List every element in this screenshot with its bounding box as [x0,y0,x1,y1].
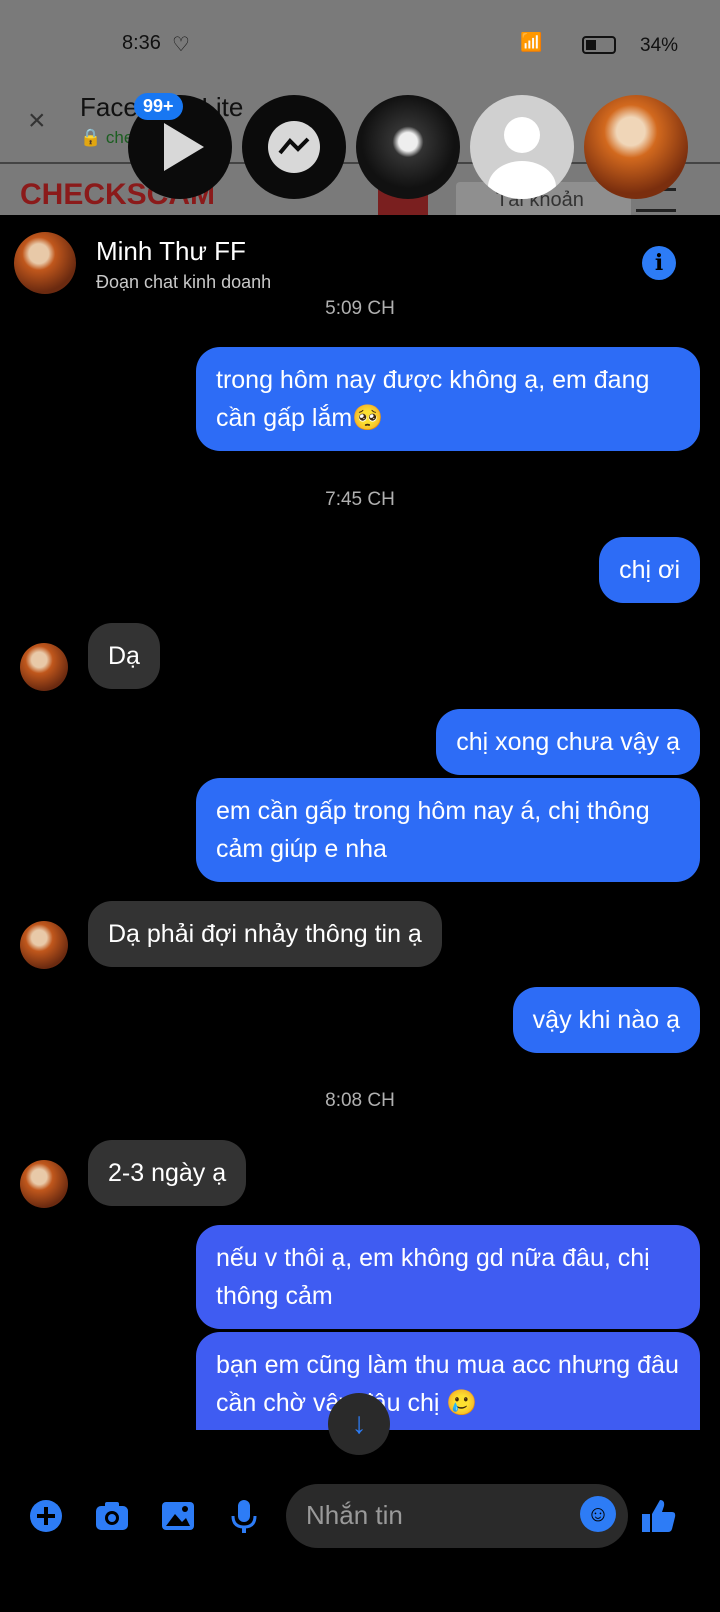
message-outgoing[interactable]: vậy khi nào ạ [512,987,700,1053]
message-outgoing[interactable]: trong hôm nay được không ạ, em đang cần … [196,347,700,451]
chat-head-contact-2[interactable] [470,95,574,199]
plus-icon[interactable] [26,1496,66,1536]
heart-status-icon: ♡ [172,34,190,56]
close-icon[interactable]: × [28,104,46,138]
timestamp: 7:45 CH [325,489,395,510]
lock-icon: 🔒 [80,128,106,147]
message-outgoing[interactable]: chị xong chưa vậy ạ [436,709,700,775]
camera-icon[interactable] [92,1496,132,1536]
default-avatar-icon [488,117,556,199]
message-outgoing[interactable]: bạn em cũng làm thu mua acc nhưng đâu cầ… [196,1332,700,1430]
message-input-placeholder: Nhắn tin [306,1500,403,1530]
messenger-icon [268,121,320,173]
contact-name[interactable]: Minh Thư FF [96,236,246,267]
microphone-icon[interactable] [224,1496,264,1536]
emoji-icon[interactable]: ☺ [580,1496,616,1532]
chat-head-messenger[interactable] [242,95,346,199]
timestamp: 8:08 CH [325,1090,395,1111]
info-icon[interactable]: i [642,246,676,280]
message-incoming[interactable]: 2-3 ngày ạ [88,1140,247,1206]
avatar[interactable] [14,232,76,294]
chat-head-minh-thu[interactable] [584,95,688,199]
avatar [20,643,68,691]
message-incoming[interactable]: Dạ phải đợi nhảy thông tin ạ [88,901,442,967]
avatar [20,921,68,969]
notification-badge: 99+ [134,93,183,120]
chat-subtitle: Đoạn chat kinh doanh [96,272,272,292]
message-outgoing[interactable]: nếu v thôi ạ, em không gd nữa đâu, chị t… [196,1225,700,1329]
scroll-down-button[interactable]: ↓ [328,1393,390,1455]
avatar [20,1160,68,1208]
timestamp: 5:09 CH [325,298,395,319]
message-outgoing[interactable]: chị ơi [599,537,700,603]
status-time: 8:36 [122,32,161,54]
like-icon[interactable] [638,1496,678,1536]
chat-head-contact-1[interactable] [356,95,460,199]
battery-icon [582,36,616,54]
battery-level: 34% [640,35,679,56]
message-incoming[interactable]: Dạ [88,623,160,689]
message-outgoing[interactable]: em cần gấp trong hôm nay á, chị thông cả… [196,778,700,882]
image-icon[interactable] [158,1496,198,1536]
wifi-icon: 📶 [520,32,543,52]
